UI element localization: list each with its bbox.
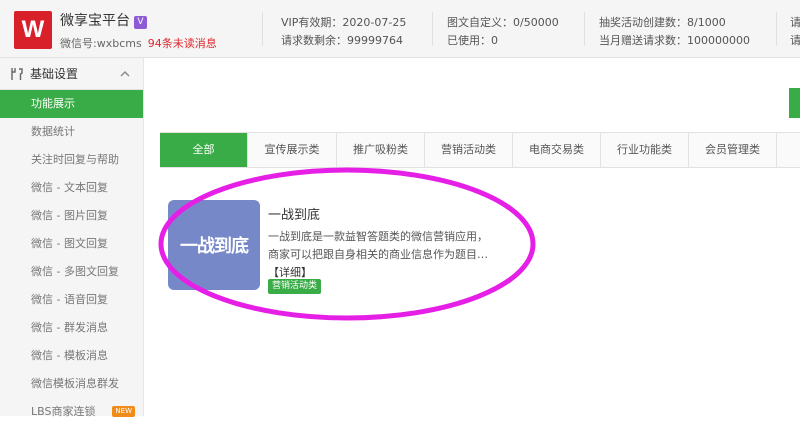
sidebar-item-label: 功能展示 [31,97,75,110]
sidebar-item-template-message[interactable]: 微信 - 模板消息 [0,342,143,370]
stat-line: 抽奖活动创建数：8/1000 [599,16,726,29]
tab-fan-growth[interactable]: 推广吸粉类 [337,133,425,167]
category-tabs: 全部 宣传展示类 推广吸粉类 营销活动类 电商交易类 行业功能类 会员管理类 其 [160,132,800,168]
tab-other[interactable]: 其 [777,133,800,167]
header-divider [262,12,263,46]
wechat-id: 微信号:wxbcms [60,37,142,50]
stat-line: VIP有效期：2020-07-25 [281,16,407,29]
sidebar-item-feature-showcase[interactable]: 功能展示 [0,90,143,118]
stat-more: 请 请 [790,14,800,50]
brand-block: 微享宝平台 V 微信号:wxbcms 94条未读消息 [60,10,217,51]
sidebar-item-label: 微信 - 群发消息 [31,321,108,334]
top-header: W 微享宝平台 V 微信号:wxbcms 94条未读消息 VIP有效期：2020-0… [0,0,800,58]
stat-line: 请 [790,34,800,47]
sidebar-item-follow-reply[interactable]: 关注时回复与帮助 [0,146,143,174]
sidebar-item-label: 微信 - 多图文回复 [31,265,119,278]
app-logo[interactable]: W [14,11,52,49]
header-divider [776,12,777,46]
stat-line: 请求数剩余：99999764 [281,34,403,47]
sidebar-item-image-reply[interactable]: 微信 - 图片回复 [0,202,143,230]
sidebar-item-label: 微信 - 图片回复 [31,209,108,222]
stat-line: 当月赠送请求数：100000000 [599,34,750,47]
app-card-details-link[interactable]: 【详细】 [268,266,312,279]
stat-vip: VIP有效期：2020-07-25 请求数剩余：99999764 [281,14,406,50]
sidebar: 基础设置 功能展示 数据统计 关注时回复与帮助 微信 - 文本回复 微信 - 图… [0,58,144,418]
top-right-action-button[interactable] [789,88,800,118]
chevron-up-icon[interactable] [119,68,131,80]
settings-tools-icon [11,67,23,80]
stat-article: 图文自定义：0/50000 已使用：0 [447,14,559,50]
sidebar-item-label: 微信 - 图文回复 [31,237,108,250]
app-card-desc-line: 一战到底是一款益智答题类的微信营销应用， [268,230,488,243]
app-card-category-tag[interactable]: 营销活动类 [268,279,322,294]
tab-promo-display[interactable]: 宣传展示类 [248,133,337,167]
tab-all[interactable]: 全部 [160,133,248,167]
stat-line: 已使用：0 [447,34,498,47]
header-divider [432,12,433,46]
logo-letter: W [21,16,45,43]
header-divider [584,12,585,46]
sidebar-item-mass-message[interactable]: 微信 - 群发消息 [0,314,143,342]
sidebar-item-template-mass[interactable]: 微信模板消息群发 [0,370,143,398]
sidebar-item-label: 微信模板消息群发 [31,377,119,390]
app-card-desc-line: 商家可以把跟自身相关的商业信息作为题目… [268,248,488,261]
app-card-image[interactable]: 一战到底 [168,200,260,290]
sidebar-section-title: 基础设置 [30,67,79,81]
sidebar-section-header[interactable]: 基础设置 [0,58,143,90]
tab-marketing[interactable]: 营销活动类 [425,133,513,167]
sidebar-item-label: 微信 - 语音回复 [31,293,108,306]
sidebar-item-lbs-chain[interactable]: LBS商家连锁 NEW [0,398,143,426]
sidebar-item-label: 数据统计 [31,125,75,138]
unread-messages-link[interactable]: 94条未读消息 [148,37,217,50]
stat-lottery: 抽奖活动创建数：8/1000 当月赠送请求数：100000000 [599,14,750,50]
app-card-title[interactable]: 一战到底 [268,204,320,223]
sidebar-item-label: 微信 - 文本回复 [31,181,108,194]
vip-badge: V [134,16,147,29]
app-card-description: 一战到底是一款益智答题类的微信营销应用， 商家可以把跟自身相关的商业信息作为题目… [268,228,528,282]
brand-name: 微享宝平台 [60,13,130,29]
sidebar-item-label: 微信 - 模板消息 [31,349,108,362]
sidebar-item-label: 关注时回复与帮助 [31,153,119,166]
tab-industry[interactable]: 行业功能类 [601,133,689,167]
tab-ecommerce[interactable]: 电商交易类 [513,133,601,167]
sidebar-item-multi-article-reply[interactable]: 微信 - 多图文回复 [0,258,143,286]
sidebar-item-voice-reply[interactable]: 微信 - 语音回复 [0,286,143,314]
app-card-image-text: 一战到底 [180,236,249,257]
new-badge: NEW [112,406,135,417]
sidebar-item-article-reply[interactable]: 微信 - 图文回复 [0,230,143,258]
sidebar-item-label: LBS商家连锁 [31,405,96,418]
sidebar-item-text-reply[interactable]: 微信 - 文本回复 [0,174,143,202]
stat-line: 图文自定义：0/50000 [447,16,559,29]
tab-membership[interactable]: 会员管理类 [689,133,777,167]
sidebar-item-data-stats[interactable]: 数据统计 [0,118,143,146]
stat-line: 请 [790,16,800,29]
